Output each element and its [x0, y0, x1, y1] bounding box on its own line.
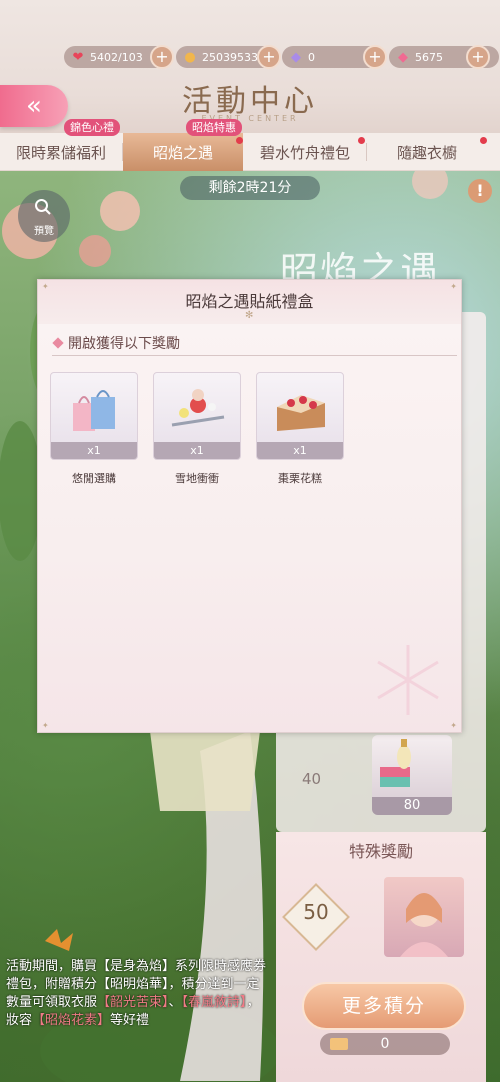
resource-bar: ❤ 5402/103 + ● 25039533 + ◆ 0 + ◆ 5675 + [64, 45, 500, 69]
more-points-button[interactable]: 更多積分 [302, 982, 466, 1030]
corner-ornament-icon: ✦ [450, 721, 457, 730]
desc-text: 、 [168, 995, 182, 1010]
notification-dot [480, 137, 487, 144]
preview-button[interactable]: 預覽 [18, 190, 70, 242]
reward-item-name: 雪地衝衝 [175, 472, 219, 485]
cake-icon [277, 395, 325, 431]
milestone-label: 40 [302, 770, 322, 788]
sticker-gift-box-modal: 昭焰之遇貼紙禮盒 ✦ ✦ ✦ ✦ ✻ 開啟獲得以下獎勵 x1 悠閒選購 x1 雪… [37, 279, 462, 733]
gem-value: 5675 [415, 50, 443, 64]
special-milestone-value: 50 [303, 900, 329, 924]
perfume-icon [380, 739, 411, 787]
search-icon [35, 199, 51, 215]
gem-icon: ◆ [398, 49, 408, 65]
diamond-icon: ◆ [291, 49, 301, 65]
diamond-value: 0 [308, 50, 315, 64]
reward-section-header: 開啟獲得以下獎勵 [52, 332, 457, 356]
reward-item-qty: x1 [154, 442, 240, 459]
reward-item-name: 悠閒選購 [72, 472, 116, 485]
reward-item-qty: x1 [257, 442, 343, 459]
tab-wardrobe[interactable]: 隨趣衣櫥 [367, 133, 487, 171]
tab-label: 碧水竹舟禮包 [259, 143, 350, 162]
tab-label: 昭焰之遇 [152, 143, 213, 162]
desc-highlight: 【昭焰花素】 [32, 1013, 111, 1028]
tab-bar: 限時累儲福利 昭焰之遇 碧水竹舟禮包 隨趣衣櫥 錦色心禮 昭焰特惠 [0, 119, 500, 171]
special-reward-avatar[interactable] [384, 877, 464, 957]
event-description: 活動期間，購買【是身為焰】系列限時感應券禮包，附贈積分【昭明焰華】，積分達到一定… [6, 958, 268, 1030]
desc-highlight: 【韶光苦束】 [97, 995, 169, 1010]
snowflake-decoration-icon [377, 645, 439, 715]
tab-bamboo-boat-pack[interactable]: 碧水竹舟禮包 [244, 133, 366, 171]
reward-item[interactable]: x1 雪地衝衝 [153, 372, 241, 486]
reward-item-card[interactable]: 80 [372, 735, 452, 815]
tab-zhaoyan-encounter[interactable]: 昭焰之遇 [123, 133, 243, 171]
corner-ornament-icon: ✦ [42, 282, 49, 291]
coin-icon: ● [184, 49, 196, 65]
info-button[interactable]: ! [468, 179, 492, 203]
add-stamina-button[interactable]: + [150, 45, 174, 69]
reward-section-label: 開啟獲得以下獎勵 [68, 336, 180, 352]
reward-item-value: 80 [372, 797, 452, 815]
special-reward-title: 特殊獎勵 [348, 842, 413, 861]
snowflake-ornament-icon: ✻ [245, 310, 254, 321]
tab-label: 限時累儲福利 [15, 143, 106, 162]
notification-dot [236, 137, 243, 144]
event-timer: 剩餘2時21分 [180, 176, 320, 200]
tab-label: 隨趣衣櫥 [396, 143, 457, 162]
add-coin-button[interactable]: + [257, 45, 281, 69]
reward-item-card[interactable]: x1 [256, 372, 344, 460]
back-button[interactable]: « [0, 85, 68, 127]
preview-label: 預覽 [34, 226, 54, 237]
reward-item-card[interactable]: x1 [153, 372, 241, 460]
reward-item-qty: x1 [51, 442, 137, 459]
reward-item[interactable]: x1 悠閒選購 [50, 372, 138, 486]
exclamation-icon: ! [476, 181, 484, 200]
reward-item-name: 棗栗花糕 [278, 472, 322, 485]
snow-sled-icon [171, 389, 225, 427]
stamina-value: 5402/103 [90, 50, 143, 64]
diamond-bullet-icon [52, 337, 64, 349]
character-portrait-icon [400, 893, 448, 957]
reward-item[interactable]: x1 棗栗花糕 [256, 372, 344, 486]
shopping-bags-icon [73, 390, 115, 431]
add-diamond-button[interactable]: + [363, 45, 387, 69]
points-value: 0 [380, 1036, 390, 1052]
ticket-icon [330, 1038, 348, 1050]
points-display: 0 [320, 1033, 450, 1055]
reward-item-card[interactable]: x1 [50, 372, 138, 460]
tab-badge: 錦色心禮 [64, 119, 120, 136]
corner-ornament-icon: ✦ [42, 721, 49, 730]
corner-ornament-icon: ✦ [450, 282, 457, 291]
add-gem-button[interactable]: + [466, 45, 490, 69]
notification-dot [358, 137, 365, 144]
desc-highlight: 【春嵐敘詩】 [181, 995, 247, 1010]
desc-text: 等好禮 [110, 1013, 150, 1028]
coin-value: 25039533 [202, 50, 258, 64]
heart-icon: ❤ [72, 49, 84, 65]
tab-recharge-welfare[interactable]: 限時累儲福利 [0, 133, 122, 171]
double-chevron-left-icon: « [26, 91, 42, 121]
tab-badge: 昭焰特惠 [186, 119, 242, 136]
